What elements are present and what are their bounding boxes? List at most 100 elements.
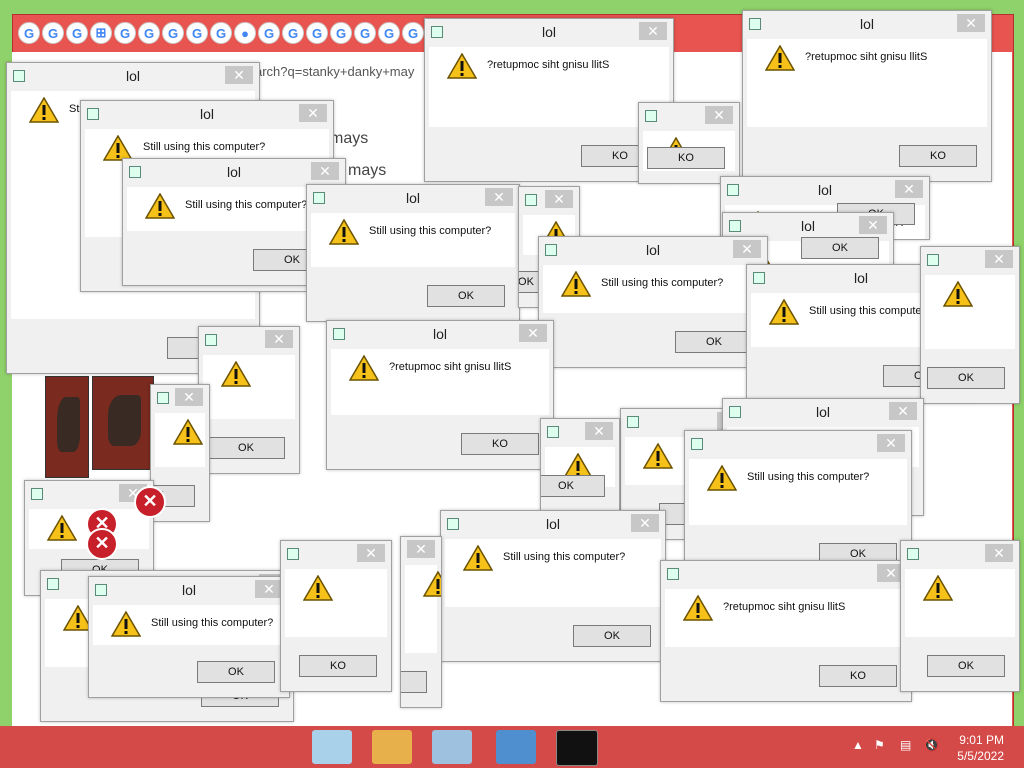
close-button[interactable]: ✕ [859,216,887,234]
ok-button[interactable]: OK [675,331,753,353]
close-button[interactable]: ✕ [957,14,985,32]
ok-button[interactable]: OK [927,655,1005,677]
ok-button[interactable]: KO [647,147,725,169]
flag-icon[interactable]: ⚑ [874,738,885,752]
dialog-titlebar[interactable]: lol✕ [123,159,345,185]
dialog-titlebar[interactable]: ✕ [661,561,911,587]
message-dialog[interactable]: lol✕ Still using this computer? OK [306,184,520,322]
close-button[interactable]: ✕ [175,388,203,406]
dialog-titlebar[interactable]: ✕ [519,187,579,213]
dialog-titlebar[interactable]: ✕ [901,541,1019,567]
message-dialog[interactable]: ✕ OK [900,540,1020,692]
show-hidden-icons[interactable]: ▲ [852,738,864,752]
ok-button[interactable]: OK [573,625,651,647]
dialog-titlebar[interactable]: lol✕ [743,11,991,37]
close-button[interactable]: ✕ [545,190,573,208]
dialog-titlebar[interactable]: ✕ [541,419,619,445]
close-button[interactable]: ✕ [265,330,293,348]
browser-tab[interactable]: G [378,22,400,44]
close-button[interactable]: ✕ [877,434,905,452]
close-button[interactable]: ✕ [485,188,513,206]
dialog-titlebar[interactable]: ✕ [199,327,299,353]
dialog-titlebar[interactable]: lol✕ [307,185,519,211]
browser-tab[interactable]: G [402,22,424,44]
paint-icon[interactable] [372,730,412,764]
close-button[interactable]: ✕ [895,180,923,198]
close-button[interactable]: ✕ [639,22,667,40]
close-button[interactable]: ✕ [299,104,327,122]
close-button[interactable]: ✕ [985,250,1013,268]
message-dialog[interactable]: ✕ OK [540,418,620,512]
dialog-titlebar[interactable]: ✕ [281,541,391,567]
recycle-bin-icon[interactable] [312,730,352,764]
close-button[interactable]: ✕ [357,544,385,562]
close-button[interactable]: ✕ [631,514,659,532]
close-button[interactable]: ✕ [985,544,1013,562]
dialog-titlebar[interactable]: lol✕ [81,101,333,127]
dialog-titlebar[interactable]: lol✕ [441,511,665,537]
message-dialog[interactable]: ✕ Still using this computer? OK [684,430,912,580]
ok-button[interactable]: OK [401,671,427,693]
close-button[interactable]: ✕ [733,240,761,258]
close-button[interactable]: ✕ [585,422,613,440]
ok-button[interactable]: OK [197,661,275,683]
browser-tab[interactable]: G [258,22,280,44]
dialog-titlebar[interactable]: lol✕ [721,177,929,203]
browser-tab[interactable]: G [282,22,304,44]
dialog-titlebar[interactable]: lol✕ [425,19,673,45]
message-dialog[interactable]: lol✕ Still using this computer? OK [538,236,768,368]
message-dialog[interactable]: lol ✕ ?retupmoc siht gnisu llitS KO [326,320,554,470]
ok-button[interactable]: OK [801,237,879,259]
close-button[interactable]: ✕ [705,106,733,124]
dialog-titlebar[interactable]: ✕ [151,385,209,411]
message-dialog[interactable]: lol ✕ ?retupmoc siht gnisu llitS KO [742,10,992,182]
message-dialog[interactable]: ✕ KO [638,102,740,184]
close-button[interactable]: ✕ [311,162,339,180]
browser-tab[interactable]: G [162,22,184,44]
clock[interactable]: 9:01 PM 5/5/2022 [957,732,1004,764]
browser-tab[interactable]: G [186,22,208,44]
task-manager-icon[interactable] [432,730,472,764]
message-dialog[interactable]: lol✕ Still using this computer? OK [88,576,290,698]
ok-button[interactable]: KO [899,145,977,167]
dialog-titlebar[interactable]: lol✕ [327,321,553,347]
ok-button[interactable]: OK [207,437,285,459]
browser-tab[interactable]: G [18,22,40,44]
ok-button[interactable]: KO [819,665,897,687]
ok-button[interactable]: OK [927,367,1005,389]
dialog-titlebar[interactable]: ✕ [639,103,739,129]
ok-button[interactable]: OK [427,285,505,307]
message-dialog[interactable]: lol✕ Still using this computer? OK [440,510,666,662]
volume-muted-icon[interactable]: 🔇 [924,738,939,752]
message-dialog[interactable]: ✕ KO [280,540,392,692]
message-dialog[interactable]: ✕ OK [400,536,442,708]
message-dialog[interactable]: ✕ OK [920,246,1020,404]
ok-button[interactable]: KO [299,655,377,677]
ok-button[interactable]: OK [541,475,605,497]
browser-tab[interactable]: G [138,22,160,44]
browser-tab[interactable]: G [330,22,352,44]
network-icon[interactable]: ▤ [900,738,911,752]
browser-tab[interactable]: G [354,22,376,44]
dialog-titlebar[interactable]: lol✕ [89,577,289,603]
browser-tab[interactable]: ● [234,22,256,44]
message-dialog[interactable]: ✕ ?retupmoc siht gnisu llitS KO [660,560,912,702]
address-bar[interactable]: arch?q=stanky+danky+may [255,64,414,79]
dialog-titlebar[interactable]: lol✕ [539,237,767,263]
registry-icon[interactable] [496,730,536,764]
close-button[interactable]: ✕ [255,580,283,598]
dialog-titlebar[interactable]: lol✕ [723,399,923,425]
close-button[interactable]: ✕ [407,540,435,558]
browser-tab[interactable]: G [306,22,328,44]
message-dialog[interactable]: ✕ OK [198,326,300,474]
ok-button[interactable]: KO [461,433,539,455]
browser-tab[interactable]: G [114,22,136,44]
browser-tab[interactable]: G [42,22,64,44]
message-dialog[interactable]: lol ✕ ?retupmoc siht gnisu llitS KO [424,18,674,182]
close-button[interactable]: ✕ [225,66,253,84]
dialog-titlebar[interactable]: ✕ [401,537,441,563]
cmd-icon[interactable] [556,730,598,766]
browser-tab[interactable]: G [66,22,88,44]
close-button[interactable]: ✕ [889,402,917,420]
browser-tab[interactable]: ⊞ [90,22,112,44]
